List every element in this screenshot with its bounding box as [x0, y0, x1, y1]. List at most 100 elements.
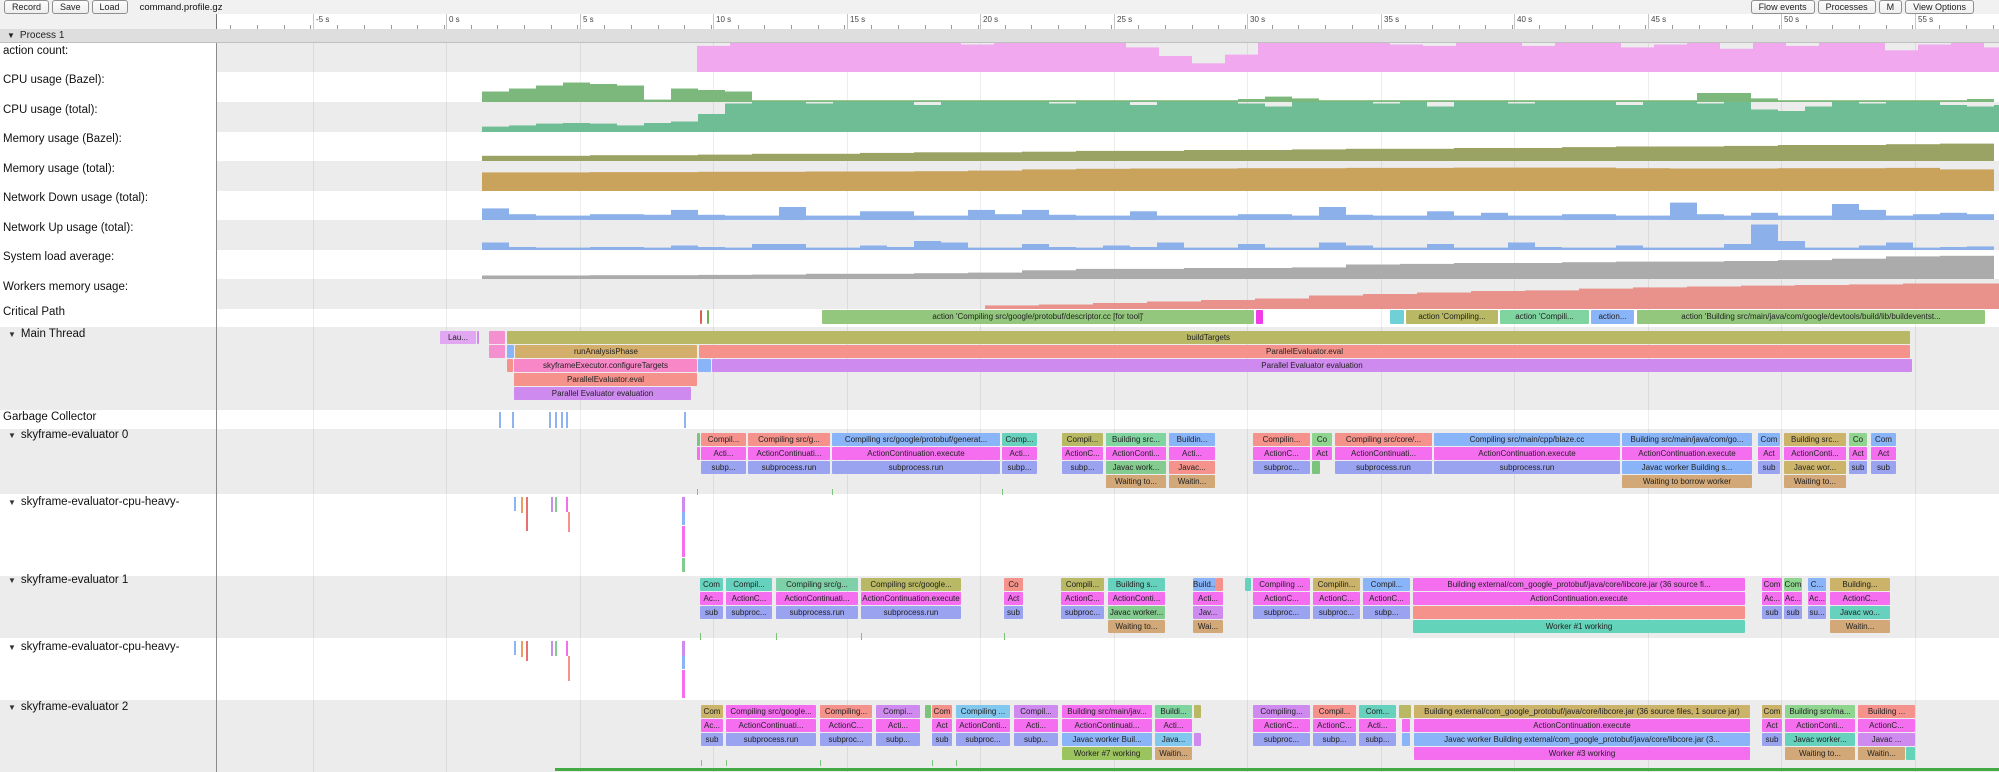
event-bar[interactable]: subprocess.run: [776, 606, 858, 619]
trace-mark[interactable]: [1004, 633, 1005, 640]
event-bar[interactable]: Compiling ...: [956, 705, 1010, 718]
event-bar[interactable]: Worker #1 working: [1413, 620, 1745, 633]
counter-action-count[interactable]: [0, 43, 1999, 72]
event-bar[interactable]: Building external/com_google_protobuf/ja…: [1413, 578, 1745, 591]
trace-mark[interactable]: [682, 512, 685, 525]
event-bar[interactable]: sub: [1849, 461, 1867, 474]
event-bar[interactable]: Building src/ma...: [1785, 705, 1855, 718]
metadata-button[interactable]: M: [1879, 0, 1903, 14]
event-bar[interactable]: [698, 359, 711, 372]
event-bar[interactable]: Building src...: [1106, 433, 1166, 446]
event-bar[interactable]: Compiling src/google...: [861, 578, 961, 591]
event-bar[interactable]: sub: [932, 733, 952, 746]
event-bar[interactable]: su...: [1808, 606, 1826, 619]
event-bar[interactable]: ParallelEvaluator.eval: [514, 373, 697, 386]
event-bar[interactable]: sub: [1758, 461, 1780, 474]
event-bar[interactable]: ActionC...: [1313, 592, 1360, 605]
event-bar[interactable]: Waitin...: [1830, 620, 1890, 633]
event-bar[interactable]: Javac worker Building external/com_googl…: [1414, 733, 1750, 746]
event-bar[interactable]: [1216, 578, 1223, 591]
trace-mark[interactable]: [514, 641, 516, 655]
event-bar[interactable]: Com: [1758, 433, 1780, 446]
event-bar[interactable]: subp...: [1002, 461, 1037, 474]
event-bar[interactable]: Parallel Evaluator evaluation: [514, 387, 691, 400]
event-bar[interactable]: Javac work...: [1106, 461, 1166, 474]
trace-mark[interactable]: [682, 526, 685, 557]
trace-mark[interactable]: [568, 512, 570, 532]
event-bar[interactable]: Compilin...: [1313, 578, 1360, 591]
event-bar[interactable]: Javac worker Buil...: [1062, 733, 1152, 746]
event-bar[interactable]: Act: [1762, 719, 1782, 732]
event-bar[interactable]: Act: [1312, 447, 1332, 460]
event-bar[interactable]: ActionContinuati...: [1062, 719, 1152, 732]
save-button[interactable]: Save: [52, 0, 89, 14]
trace-mark[interactable]: [932, 760, 933, 766]
event-bar[interactable]: subproc...: [1253, 606, 1310, 619]
event-bar[interactable]: Compili...: [1061, 578, 1104, 591]
event-bar[interactable]: Building s...: [1108, 578, 1165, 591]
event-bar[interactable]: Com: [1762, 705, 1782, 718]
event-bar[interactable]: sub: [700, 606, 723, 619]
event-bar[interactable]: Act: [1849, 447, 1867, 460]
event-bar[interactable]: Com...: [1359, 705, 1396, 718]
gc-event-tick[interactable]: [549, 412, 551, 428]
event-bar[interactable]: ActionContinuation.execute: [1414, 719, 1750, 732]
trace-mark[interactable]: [526, 497, 528, 531]
trace-mark[interactable]: [697, 489, 698, 495]
event-bar[interactable]: [1402, 733, 1410, 746]
counter-workers-memory-usage[interactable]: [0, 279, 1999, 309]
event-bar[interactable]: Acti...: [701, 447, 746, 460]
event-bar[interactable]: Lau...: [440, 331, 476, 344]
event-bar[interactable]: Building src/main/jav...: [1062, 705, 1152, 718]
event-bar[interactable]: Java...: [1155, 733, 1192, 746]
track-group-skyframe-evaluator-cpu-heavy[interactable]: ▼skyframe-evaluator-cpu-heavy-: [8, 640, 179, 655]
event-bar[interactable]: Act: [1871, 447, 1896, 460]
event-bar[interactable]: [925, 705, 931, 718]
event-bar[interactable]: subp...: [1363, 606, 1410, 619]
event-bar[interactable]: [1194, 733, 1201, 746]
event-bar[interactable]: [700, 310, 702, 324]
event-bar[interactable]: Waiting to borrow worker: [1622, 475, 1752, 488]
event-bar[interactable]: [1256, 310, 1263, 324]
event-bar[interactable]: subp...: [1359, 733, 1396, 746]
event-bar[interactable]: Acti...: [1002, 447, 1037, 460]
event-bar[interactable]: Compiling...: [1253, 705, 1310, 718]
event-bar[interactable]: ActionConti...: [1785, 719, 1855, 732]
event-bar[interactable]: sub: [1871, 461, 1896, 474]
event-bar[interactable]: Com: [1784, 578, 1802, 591]
event-bar[interactable]: ActionC...: [1363, 592, 1410, 605]
event-bar[interactable]: Acti...: [1359, 719, 1396, 732]
event-bar[interactable]: ActionC...: [1253, 447, 1310, 460]
event-bar[interactable]: subproc...: [1253, 461, 1310, 474]
event-bar[interactable]: Ac...: [701, 719, 723, 732]
event-bar[interactable]: subp...: [1014, 733, 1058, 746]
event-bar[interactable]: Compiling src/google/protobuf/generat...: [832, 433, 1000, 446]
event-bar[interactable]: ParallelEvaluator.eval: [699, 345, 1910, 358]
record-button[interactable]: Record: [4, 0, 49, 14]
event-bar[interactable]: sub: [1762, 606, 1782, 619]
event-bar[interactable]: ActionContinuation.execute: [832, 447, 1000, 460]
gc-event-tick[interactable]: [512, 412, 514, 428]
event-bar[interactable]: Com: [700, 578, 723, 591]
event-bar[interactable]: Waiting to...: [1784, 475, 1846, 488]
trace-mark[interactable]: [682, 670, 685, 698]
event-bar[interactable]: ActionC...: [1858, 719, 1915, 732]
event-bar[interactable]: ActionContinuati...: [1335, 447, 1432, 460]
event-bar[interactable]: ActionContinuati...: [726, 719, 816, 732]
event-bar[interactable]: [697, 447, 700, 460]
event-bar[interactable]: sub: [701, 733, 723, 746]
event-bar[interactable]: ActionC...: [726, 592, 772, 605]
event-bar[interactable]: runAnalysisPhase: [515, 345, 697, 358]
event-bar[interactable]: [1194, 705, 1201, 718]
event-bar[interactable]: Act: [1004, 592, 1023, 605]
trace-mark[interactable]: [526, 641, 528, 661]
event-bar[interactable]: Worker #3 working: [1414, 747, 1750, 760]
event-bar[interactable]: [1390, 310, 1404, 324]
counter-network-down-usage[interactable]: [0, 191, 1999, 220]
event-bar[interactable]: ActionC...: [1253, 592, 1310, 605]
event-bar[interactable]: Javac worker...: [1108, 606, 1165, 619]
load-button[interactable]: Load: [92, 0, 128, 14]
event-bar[interactable]: subproc...: [820, 733, 872, 746]
trace-mark[interactable]: [555, 641, 557, 656]
event-bar[interactable]: action 'Compiling...: [1406, 310, 1498, 324]
